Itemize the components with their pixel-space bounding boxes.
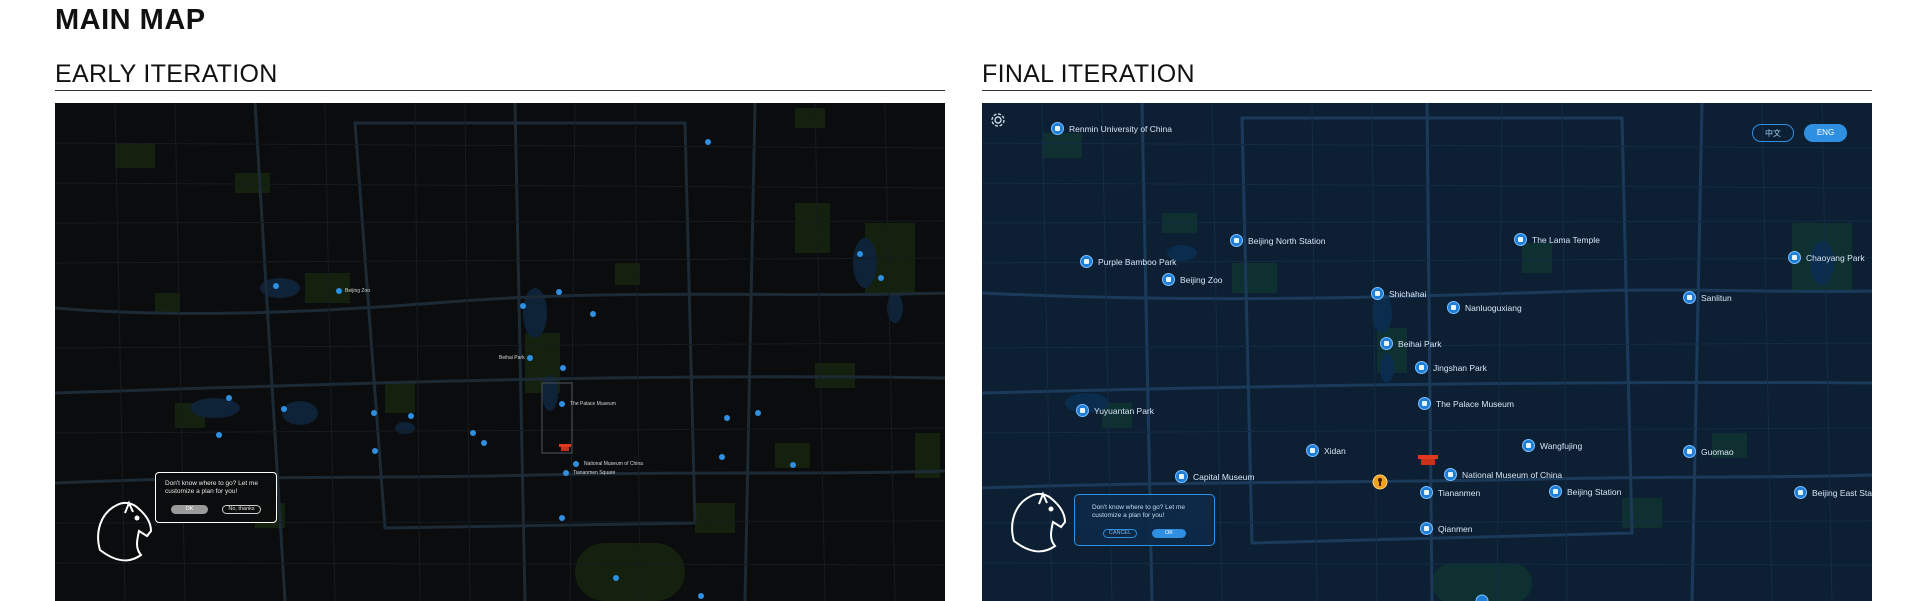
poi-label: National Museum of China <box>584 461 643 467</box>
no-thanks-button[interactable]: No, thanks <box>222 505 261 514</box>
park-icon <box>1415 361 1428 374</box>
map-pin[interactable] <box>563 470 569 476</box>
poi-xidan[interactable]: Xidan <box>1306 444 1346 457</box>
plan-suggestion-text: Don't know where to go? Let me customize… <box>1092 504 1186 519</box>
poi-national-museum[interactable]: National Museum of China <box>1444 468 1562 481</box>
map-pin[interactable] <box>790 462 796 468</box>
museum-icon <box>1175 470 1188 483</box>
landmark-icon <box>1420 522 1433 535</box>
map-pin[interactable] <box>878 275 884 281</box>
poi-sanlitun[interactable]: Sanlitun <box>1683 291 1732 304</box>
station-icon <box>1549 485 1562 498</box>
poi-chaoyang-park[interactable]: Chaoyang Park <box>1788 251 1865 264</box>
map-pin[interactable] <box>719 454 725 460</box>
map-pin[interactable] <box>371 410 377 416</box>
shopping-icon <box>1306 444 1319 457</box>
poi-capital-museum[interactable]: Capital Museum <box>1175 470 1254 483</box>
poi-wangfujing[interactable]: Wangfujing <box>1522 439 1582 452</box>
lake-icon <box>1371 287 1384 300</box>
poi-jingshan-park[interactable]: Jingshan Park <box>1415 361 1487 374</box>
map-pin[interactable] <box>705 139 711 145</box>
early-heading-rule <box>55 90 945 91</box>
final-iteration-heading: FINAL ITERATION <box>982 60 1195 88</box>
park-icon <box>1380 337 1393 350</box>
cancel-button[interactable]: CANCEL <box>1103 529 1137 538</box>
station-icon <box>1794 486 1807 499</box>
plan-suggestion-bubble: Don't know where to go? Let me customize… <box>1074 494 1215 546</box>
language-en-button[interactable]: ENG <box>1804 124 1847 142</box>
plan-suggestion-text: Don't know where to go? Let me customize… <box>165 480 259 495</box>
poi-beihai-park[interactable]: Beihai Park <box>1380 337 1441 350</box>
poi-yuyuantan-park[interactable]: Yuyuantan Park <box>1076 404 1154 417</box>
map-pin[interactable] <box>559 515 565 521</box>
shopping-icon <box>1683 445 1696 458</box>
map-pin[interactable] <box>226 395 232 401</box>
poi-tiananmen[interactable]: Tiananmen <box>1420 486 1480 499</box>
map-pin[interactable] <box>559 401 565 407</box>
map-pin[interactable] <box>573 461 579 467</box>
map-pin[interactable] <box>520 303 526 309</box>
final-map-panel[interactable]: Renmin University of China Beijing North… <box>982 103 1872 601</box>
park-icon <box>1080 255 1093 268</box>
poi-purple-bamboo-park[interactable]: Purple Bamboo Park <box>1080 255 1176 268</box>
map-pin[interactable] <box>408 413 414 419</box>
shopping-icon <box>1522 439 1535 452</box>
page-title: MAIN MAP <box>55 4 206 36</box>
early-iteration-heading: EARLY ITERATION <box>55 60 278 88</box>
gate-landmark-icon <box>1418 455 1438 465</box>
map-pin[interactable] <box>372 448 378 454</box>
ok-button[interactable]: OK <box>1152 529 1186 538</box>
map-pin[interactable] <box>590 311 596 317</box>
station-icon <box>1230 234 1243 247</box>
poi-renmin-university[interactable]: Renmin University of China <box>1051 122 1172 135</box>
park-icon <box>1076 404 1089 417</box>
map-pin[interactable] <box>481 440 487 446</box>
map-pin[interactable] <box>724 415 730 421</box>
poi-qianmen[interactable]: Qianmen <box>1420 522 1473 535</box>
poi-beijing-north-station[interactable]: Beijing North Station <box>1230 234 1326 247</box>
poi-beijing-station[interactable]: Beijing Station <box>1549 485 1621 498</box>
poi-lama-temple[interactable]: The Lama Temple <box>1514 233 1600 246</box>
poi-beijing-east-station[interactable]: Beijing East Station <box>1794 486 1872 499</box>
map-pin[interactable] <box>281 406 287 412</box>
map-pin[interactable] <box>560 365 566 371</box>
final-heading-rule <box>982 90 1872 91</box>
map-pin[interactable] <box>613 575 619 581</box>
map-pin[interactable] <box>470 430 476 436</box>
poi-label: Beijing Zoo <box>345 288 371 294</box>
temple-icon <box>1514 233 1527 246</box>
map-pin[interactable] <box>755 410 761 416</box>
map-pin[interactable] <box>556 289 562 295</box>
map-pin[interactable] <box>273 283 279 289</box>
landmark-icon <box>1420 486 1433 499</box>
museum-icon <box>1418 397 1431 410</box>
map-pin[interactable] <box>336 288 342 294</box>
poi-shichahai[interactable]: Shichahai <box>1371 287 1426 300</box>
map-pin[interactable] <box>857 251 863 257</box>
zoo-icon <box>1162 273 1175 286</box>
location-marker-icon <box>1372 474 1388 490</box>
poi-label: Tiananmen Square <box>573 470 616 476</box>
poi-nanluoguxiang[interactable]: Nanluoguxiang <box>1447 301 1522 314</box>
map-pin[interactable] <box>527 355 533 361</box>
early-map-panel[interactable]: Beijing Zoo Beihai Park The Palace Museu… <box>55 103 945 601</box>
poi-beijing-zoo[interactable]: Beijing Zoo <box>1162 273 1223 286</box>
early-map-background <box>55 103 945 601</box>
university-icon <box>1051 122 1064 135</box>
plan-suggestion-bubble: Don't know where to go? Let me customize… <box>155 472 277 523</box>
street-icon <box>1447 301 1460 314</box>
poi-label: The Palace Museum <box>570 401 616 407</box>
ok-button[interactable]: OK <box>171 505 208 514</box>
poi-guomao[interactable]: Guomao <box>1683 445 1734 458</box>
poi-label: Beihai Park <box>499 355 525 361</box>
map-pin[interactable] <box>216 432 222 438</box>
poi-palace-museum[interactable]: The Palace Museum <box>1418 397 1514 410</box>
map-pin[interactable] <box>698 593 704 599</box>
museum-icon <box>1444 468 1457 481</box>
shopping-icon <box>1683 291 1696 304</box>
park-icon <box>1788 251 1801 264</box>
language-zh-button[interactable]: 中文 <box>1752 124 1794 142</box>
